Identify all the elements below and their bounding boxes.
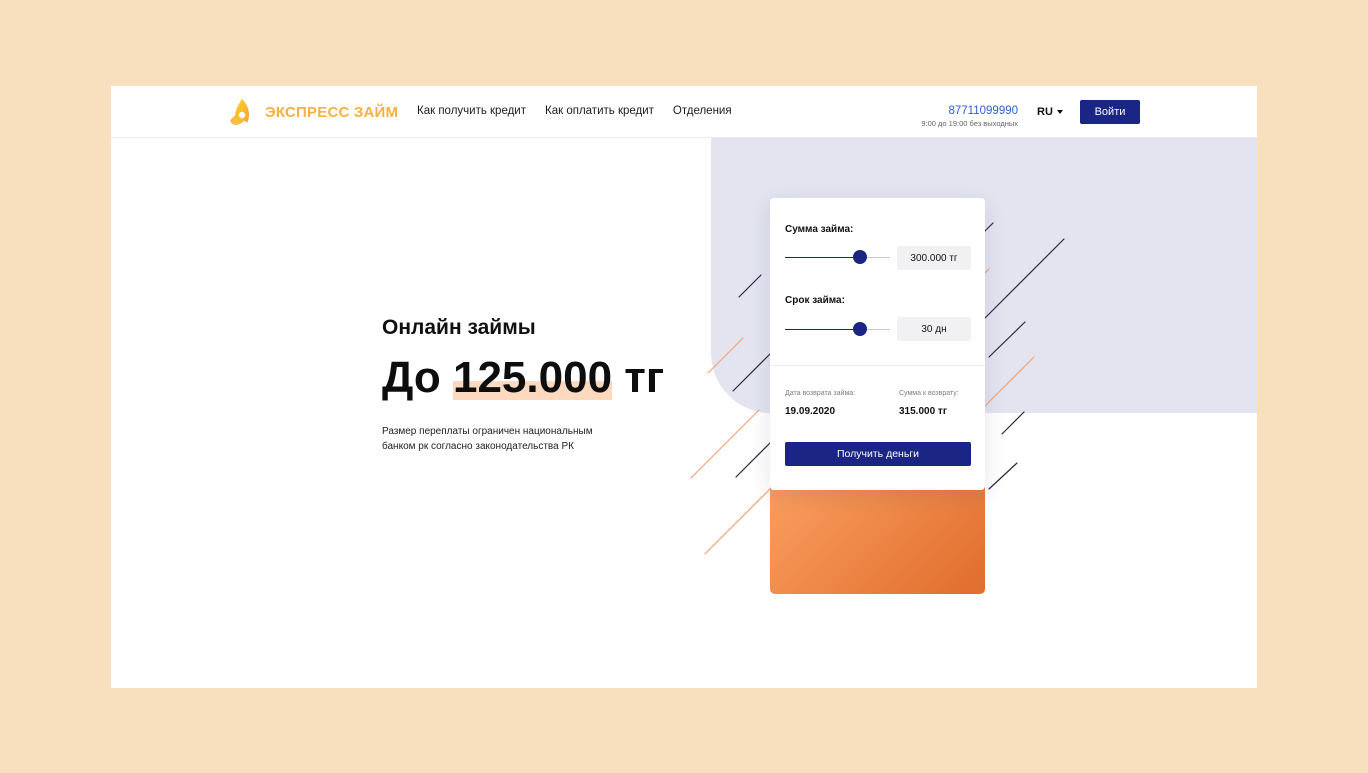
hero-title-amount: 125.000: [452, 353, 613, 402]
decor-line: [984, 222, 994, 232]
get-money-button[interactable]: Получить деньги: [785, 442, 971, 466]
decor-line: [735, 441, 772, 478]
return-sum-value: 315.000 тг: [899, 406, 947, 417]
decor-line: [984, 356, 1035, 407]
hero-subtitle: Онлайн займы: [382, 316, 536, 339]
language-label: RU: [1037, 106, 1053, 118]
phone-number[interactable]: 87711099990: [921, 105, 1019, 117]
working-hours: 9:00 до 19:00 без выходных: [921, 119, 1018, 128]
nav-branches[interactable]: Отделения: [673, 105, 732, 117]
decor-line: [732, 352, 772, 392]
decor-line: [1001, 411, 1025, 435]
amount-label: Сумма займа:: [785, 224, 854, 235]
term-slider[interactable]: [785, 322, 890, 336]
nav-how-to-pay-credit[interactable]: Как оплатить кредит: [545, 105, 654, 117]
term-value[interactable]: 30 дн: [897, 317, 971, 341]
return-date-label: Дата возврата займа:: [785, 390, 856, 397]
brand-name: ЭКСПРЕСС ЗАЙМ: [265, 103, 399, 121]
hero-description: Размер переплаты ограничен национальным …: [382, 426, 593, 452]
login-button[interactable]: Войти: [1080, 100, 1140, 124]
brand-logo[interactable]: ЭКСПРЕСС ЗАЙМ: [227, 97, 398, 127]
decorative-lines: [690, 222, 1065, 555]
decor-line: [984, 238, 1065, 319]
term-label: Срок займа:: [785, 295, 845, 306]
amount-value[interactable]: 300.000 тг: [897, 246, 971, 270]
site-header: ЭКСПРЕСС ЗАЙМ Как получить кредит Как оп…: [111, 86, 1257, 138]
slider-fill: [785, 256, 860, 258]
slider-thumb[interactable]: [852, 322, 867, 336]
main-nav: Как получить кредит Как оплатить кредит …: [417, 105, 732, 117]
loan-calculator-card: Сумма займа: 300.000 тг Срок займа: 30 д…: [770, 198, 985, 490]
landing-page: ЭКСПРЕСС ЗАЙМ Как получить кредит Как оп…: [111, 86, 1257, 688]
slider-thumb[interactable]: [852, 250, 867, 264]
card-divider: [770, 365, 985, 366]
nav-how-to-get-credit[interactable]: Как получить кредит: [417, 105, 526, 117]
amount-slider[interactable]: [785, 250, 890, 264]
caret-down-icon: [1056, 110, 1063, 114]
slider-fill: [785, 328, 860, 330]
return-date-value: 19.09.2020: [785, 406, 836, 417]
return-sum-label: Сумма к возврату:: [899, 390, 959, 397]
decor-line: [988, 321, 1026, 358]
trefoil-logo-icon: [230, 99, 250, 125]
card-orange-base: [770, 481, 985, 594]
decor-line: [707, 337, 744, 374]
hero-title-prefix: До: [382, 353, 453, 402]
decor-line: [690, 409, 760, 479]
hero-title: До 125.000 тг: [382, 353, 664, 403]
decor-line: [988, 462, 1018, 490]
contact-block: 87711099990 9:00 до 19:00 без выходных: [921, 105, 1018, 128]
language-selector[interactable]: RU: [1037, 106, 1063, 118]
hero-title-suffix: тг: [612, 353, 665, 402]
decor-line: [984, 268, 990, 274]
decor-line: [738, 274, 762, 298]
decor-line: [704, 488, 771, 555]
